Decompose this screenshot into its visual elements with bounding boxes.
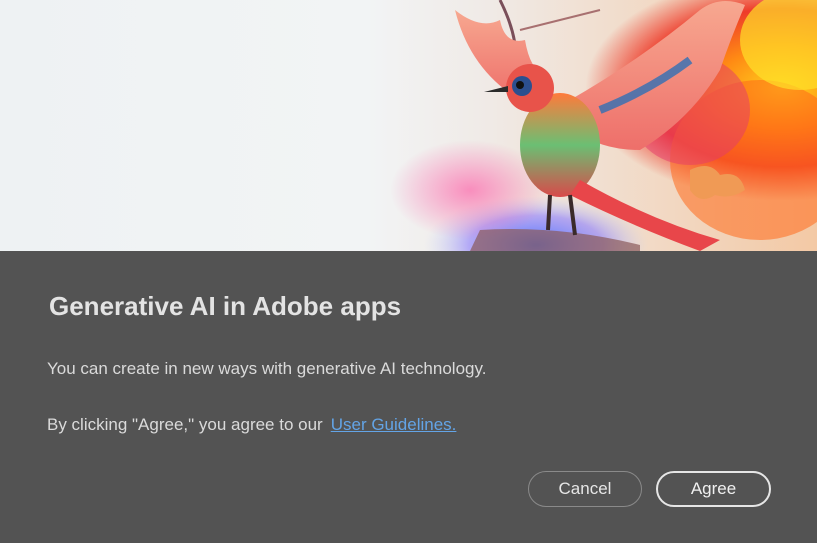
dialog-title: Generative AI in Adobe apps bbox=[49, 291, 402, 321]
agree-button[interactable]: Agree bbox=[656, 471, 771, 507]
generative-ai-dialog: Generative AI in Adobe apps You can crea… bbox=[0, 0, 817, 543]
consent-text: By clicking "Agree," you agree to our Use… bbox=[47, 415, 456, 435]
cancel-button[interactable]: Cancel bbox=[528, 471, 642, 507]
hummingbird-illustration-icon bbox=[0, 0, 817, 251]
hero-banner bbox=[0, 0, 817, 251]
dialog-body: Generative AI in Adobe apps You can crea… bbox=[0, 251, 817, 543]
user-guidelines-link[interactable]: User Guidelines. bbox=[331, 415, 457, 434]
dialog-description: You can create in new ways with generati… bbox=[47, 359, 487, 378]
consent-prefix: By clicking "Agree," you agree to our bbox=[47, 415, 323, 434]
